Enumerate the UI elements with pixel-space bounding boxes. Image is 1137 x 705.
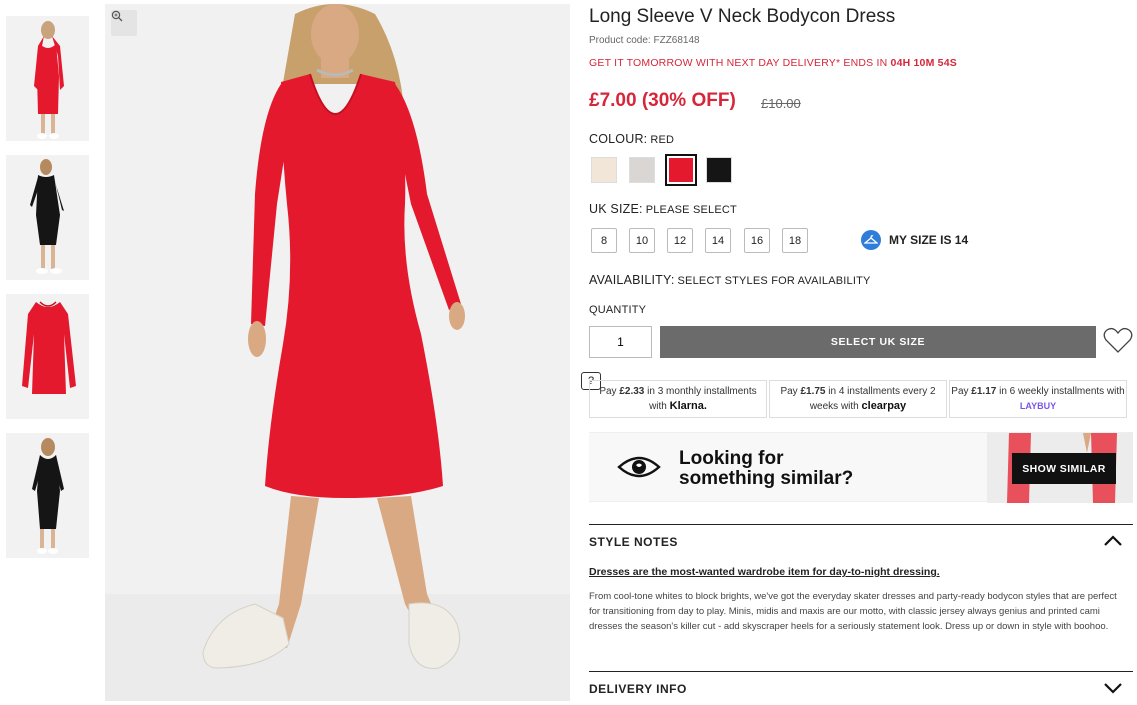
thumbnail-3[interactable]	[6, 294, 89, 419]
select-size-button[interactable]: SELECT UK SIZE	[660, 326, 1096, 358]
size-option-14[interactable]: 14	[705, 228, 731, 253]
pay-text: in 6 weekly installments with	[999, 386, 1125, 397]
my-size-text: MY SIZE IS 14	[889, 233, 969, 247]
swatch-grey[interactable]	[629, 157, 655, 183]
similar-line-1: Looking for	[679, 448, 784, 469]
style-notes-header[interactable]: STYLE NOTES	[589, 524, 1133, 557]
style-notes-headline: Dresses are the most-wanted wardrobe ite…	[589, 566, 940, 578]
hanger-icon	[861, 230, 881, 250]
similar-banner: Looking for something similar? SHOW SIMI…	[589, 432, 1133, 503]
style-notes-title: STYLE NOTES	[589, 535, 678, 549]
delivery-banner: GET IT TOMORROW WITH NEXT DAY DELIVERY* …	[589, 57, 957, 69]
style-notes-body: From cool-tone whites to block brights, …	[589, 591, 1117, 632]
payment-laybuy: Pay £1.17 in 6 weekly installments with …	[949, 380, 1127, 418]
current-price: £7.00 (30% OFF)	[589, 90, 736, 111]
pay-amount: £1.75	[800, 386, 826, 397]
main-product-image[interactable]	[105, 4, 570, 701]
delivery-info-title: DELIVERY INFO	[589, 682, 687, 696]
thumbnail-4[interactable]	[6, 433, 89, 558]
colour-label-row: COLOUR: RED	[589, 132, 674, 146]
heart-icon[interactable]	[1103, 326, 1133, 359]
show-similar-button[interactable]: SHOW SIMILAR	[1012, 453, 1116, 484]
availability-value: SELECT STYLES FOR AVAILABILITY	[677, 275, 871, 287]
eye-icon	[617, 453, 661, 486]
chevron-up-icon	[1104, 535, 1122, 546]
pay-pre: Pay	[951, 386, 969, 397]
pay-amount: £1.17	[971, 386, 997, 397]
size-label-row: UK SIZE: PLEASE SELECT	[589, 202, 737, 216]
clearpay-logo: clearpay	[861, 400, 907, 412]
pay-pre: Pay	[780, 386, 798, 397]
similar-text: Looking for something similar?	[679, 449, 853, 489]
product-code: Product code: FZZ68148	[589, 35, 700, 46]
delivery-info-header[interactable]: DELIVERY INFO	[589, 671, 1133, 704]
payment-clearpay: Pay £1.75 in 4 installments every 2 week…	[769, 380, 947, 418]
product-title: Long Sleeve V Neck Bodycon Dress	[589, 6, 896, 27]
chevron-down-icon	[1104, 683, 1122, 694]
delivery-text: GET IT TOMORROW WITH NEXT DAY DELIVERY* …	[589, 57, 888, 69]
size-option-8[interactable]: 8	[591, 228, 617, 253]
laybuy-logo: LAYBUY	[1019, 401, 1057, 411]
swatch-cream[interactable]	[591, 157, 617, 183]
colour-value: RED	[650, 134, 675, 146]
size-value: PLEASE SELECT	[645, 204, 737, 216]
thumbnail-2[interactable]	[6, 155, 89, 280]
klarna-logo: Klarna.	[669, 400, 707, 412]
delivery-countdown: 04H 10M 54S	[890, 57, 957, 69]
size-option-18[interactable]: 18	[782, 228, 808, 253]
size-label: UK SIZE:	[589, 202, 643, 216]
my-size-link[interactable]: MY SIZE IS 14	[861, 230, 968, 250]
zoom-icon[interactable]	[111, 10, 137, 36]
pay-amount: £2.33	[619, 386, 645, 397]
quantity-input[interactable]	[589, 326, 652, 358]
availability-label: AVAILABILITY:	[589, 273, 675, 287]
thumbnail-1[interactable]	[6, 16, 89, 141]
swatch-red[interactable]	[665, 154, 697, 186]
thumbnail-list	[6, 16, 90, 572]
original-price: £10.00	[761, 96, 801, 111]
quantity-label: QUANTITY	[589, 304, 647, 316]
size-option-12[interactable]: 12	[667, 228, 693, 253]
size-option-10[interactable]: 10	[629, 228, 655, 253]
size-option-16[interactable]: 16	[744, 228, 770, 253]
similar-line-2: something similar?	[679, 468, 854, 489]
availability-row: AVAILABILITY: SELECT STYLES FOR AVAILABIL…	[589, 273, 871, 287]
pay-pre: Pay	[599, 386, 617, 397]
colour-label: COLOUR:	[589, 132, 648, 146]
swatch-black[interactable]	[706, 157, 732, 183]
payment-klarna: Pay £2.33 in 3 monthly installments with…	[589, 380, 767, 418]
